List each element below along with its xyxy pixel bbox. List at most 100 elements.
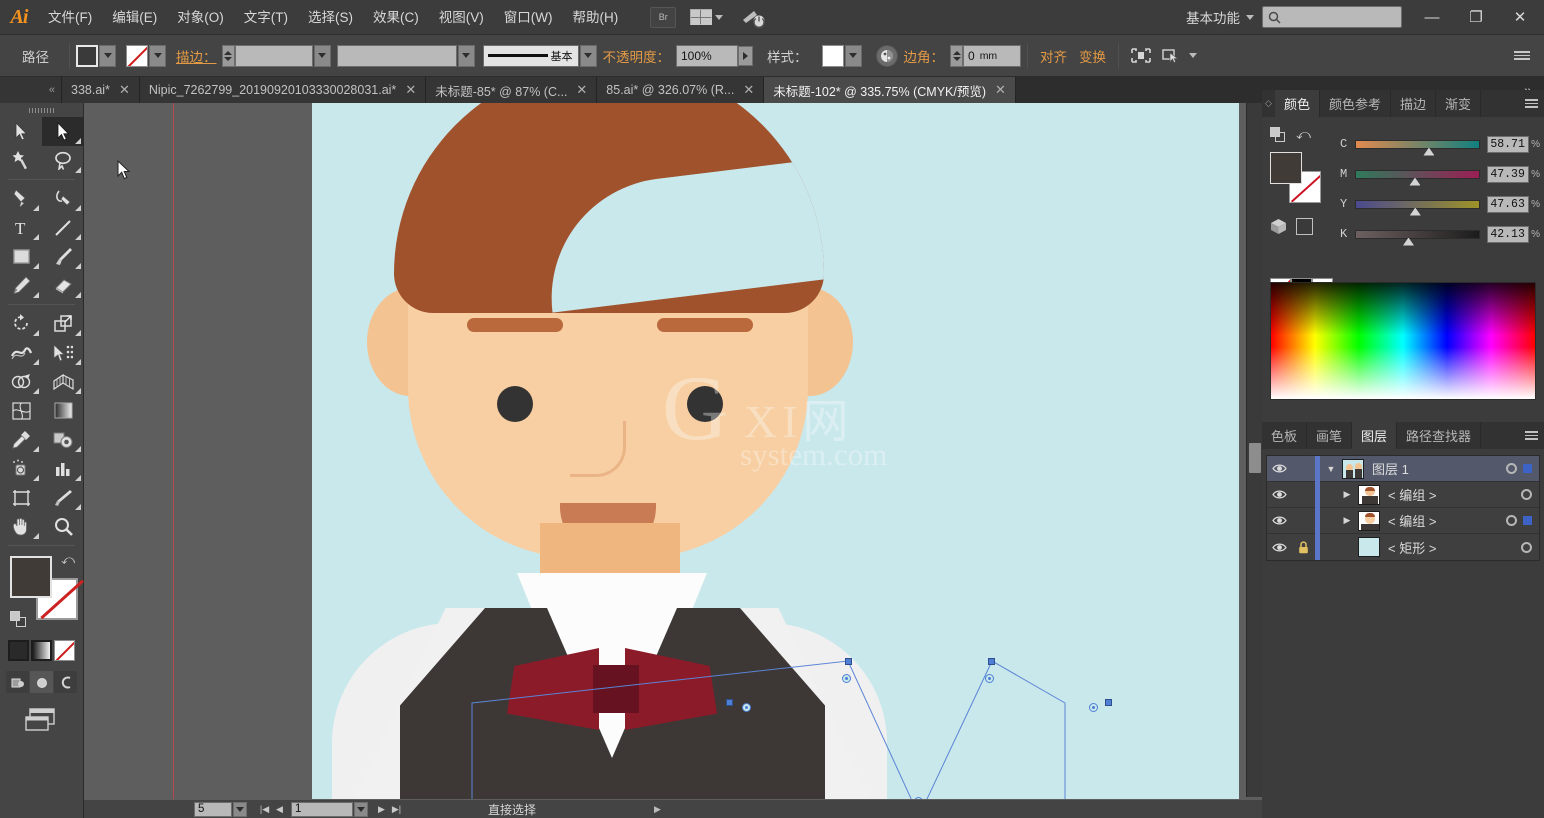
color-mode-button[interactable] xyxy=(8,640,29,661)
opacity-input[interactable]: 100% xyxy=(676,45,738,67)
tab-swatches[interactable]: 色板 xyxy=(1262,422,1307,449)
status-menu-button[interactable]: ▶ xyxy=(654,804,661,815)
tab-pathfinder[interactable]: 路径查找器 xyxy=(1397,422,1481,449)
workspace-chevron-icon[interactable] xyxy=(1246,15,1254,20)
tab-gradient[interactable]: 渐变 xyxy=(1436,90,1481,117)
tab-layers[interactable]: 图层 xyxy=(1352,422,1397,449)
anchor-point[interactable] xyxy=(726,699,733,706)
corner-label[interactable]: 边角： xyxy=(898,46,951,66)
tool-zoom[interactable] xyxy=(42,512,84,541)
workspace-switcher[interactable]: 基本功能 xyxy=(1180,7,1246,27)
lock-icon[interactable] xyxy=(1291,541,1315,554)
panel-fill-swatch[interactable] xyxy=(1270,152,1302,184)
tool-direct-selection[interactable] xyxy=(42,117,84,146)
draw-normal-button[interactable] xyxy=(6,671,29,693)
tool-perspective-grid[interactable] xyxy=(42,367,84,396)
tool-eyedropper[interactable] xyxy=(0,425,42,454)
tab-close-icon[interactable]: ✕ xyxy=(119,82,130,98)
menu-window[interactable]: 窗口(W) xyxy=(494,0,563,35)
channel-slider-k[interactable] xyxy=(1355,230,1480,239)
slider-knob[interactable] xyxy=(1423,148,1434,156)
layer-expand-triangle-icon[interactable]: ▶ xyxy=(1336,515,1358,526)
brush-definition-preview[interactable]: 基本 xyxy=(483,45,579,67)
eye-icon[interactable] xyxy=(1267,542,1291,553)
menu-type[interactable]: 文字(T) xyxy=(234,0,298,35)
tab-color-guide[interactable]: 颜色参考 xyxy=(1320,90,1391,117)
document-tab-2[interactable]: 未标题-85* @ 87% (C... ✕ xyxy=(426,77,597,103)
document-tab-4[interactable]: 未标题-102* @ 335.75% (CMYK/预览) ✕ xyxy=(764,77,1016,103)
tool-symbol-sprayer[interactable] xyxy=(0,454,42,483)
layers-panel-menu-button[interactable] xyxy=(1518,422,1544,449)
tool-blend[interactable] xyxy=(42,425,84,454)
tool-slice[interactable] xyxy=(42,483,84,512)
toolbar-drag-grip[interactable] xyxy=(0,103,83,117)
menu-view[interactable]: 视图(V) xyxy=(429,0,494,35)
stroke-color-swatch[interactable] xyxy=(126,45,148,67)
opacity-slider-button[interactable] xyxy=(738,46,753,66)
layer-target-indicator[interactable] xyxy=(1506,515,1517,526)
document-tab-1[interactable]: Nipic_7262799_20190920103330028031.ai* ✕ xyxy=(140,77,426,103)
layer-row-1[interactable]: ▶ < 编组 > xyxy=(1267,482,1539,508)
select-similar-chevron-icon[interactable] xyxy=(1189,53,1197,58)
color-spectrum-ramp[interactable] xyxy=(1270,282,1536,400)
control-panel-menu-button[interactable] xyxy=(1514,51,1530,60)
swap-colors-icon[interactable]: ⤺ xyxy=(1296,127,1311,141)
layer-name[interactable]: < 编组 > xyxy=(1388,511,1436,530)
menu-object[interactable]: 对象(O) xyxy=(167,0,234,35)
swap-fill-stroke-icon[interactable]: ⤺ xyxy=(61,552,75,568)
channel-slider-c[interactable] xyxy=(1355,140,1480,149)
tab-close-icon[interactable]: ✕ xyxy=(743,82,754,98)
tool-column-graph[interactable] xyxy=(42,454,84,483)
zoom-level-input[interactable]: 5 xyxy=(194,802,232,817)
tool-width[interactable] xyxy=(0,338,42,367)
layer-expand-triangle-icon[interactable]: ▼ xyxy=(1320,464,1342,474)
opacity-label[interactable]: 不透明度： xyxy=(597,46,677,66)
fill-color-swatch[interactable] xyxy=(76,45,98,67)
tool-rotate[interactable] xyxy=(0,309,42,338)
stroke-weight-dropdown[interactable] xyxy=(314,45,331,67)
close-button[interactable]: ✕ xyxy=(1498,0,1542,34)
default-colors-icon[interactable] xyxy=(1270,127,1286,143)
zoom-level-dropdown[interactable] xyxy=(233,802,247,817)
layer-name[interactable]: < 矩形 > xyxy=(1388,538,1436,557)
search-input[interactable] xyxy=(1262,6,1402,28)
anchor-point-selected[interactable] xyxy=(1089,703,1098,712)
minimize-button[interactable]: — xyxy=(1410,0,1454,34)
gradient-mode-button[interactable] xyxy=(31,640,52,661)
opacity-mask-button[interactable] xyxy=(876,45,898,67)
document-tab-0[interactable]: 338.ai* ✕ xyxy=(62,77,140,103)
tool-free-transform[interactable] xyxy=(42,338,84,367)
tool-mesh[interactable] xyxy=(0,396,42,425)
graphic-style-swatch[interactable] xyxy=(822,45,844,67)
menu-effect[interactable]: 效果(C) xyxy=(363,0,429,35)
tab-color[interactable]: 颜色 xyxy=(1275,90,1320,117)
panel-collapse-icon[interactable]: ◇ xyxy=(1262,90,1275,117)
tool-pencil[interactable] xyxy=(0,271,42,300)
stroke-dropdown-button[interactable] xyxy=(149,45,166,67)
layer-name[interactable]: < 编组 > xyxy=(1388,485,1436,504)
slider-knob[interactable] xyxy=(1410,208,1421,216)
layer-target-indicator[interactable] xyxy=(1506,463,1517,474)
tab-close-icon[interactable]: ✕ xyxy=(995,82,1006,98)
tool-curvature[interactable] xyxy=(42,184,84,213)
anchor-point-selected[interactable] xyxy=(842,674,851,683)
artboard-dropdown[interactable] xyxy=(354,802,368,817)
layer-row-3[interactable]: < 矩形 > xyxy=(1267,534,1539,560)
channel-slider-y[interactable] xyxy=(1355,200,1480,209)
screen-mode-button[interactable] xyxy=(0,707,83,733)
anchor-point[interactable] xyxy=(845,658,852,665)
default-fill-stroke-icon[interactable] xyxy=(10,611,27,628)
tab-stroke[interactable]: 描边 xyxy=(1391,90,1436,117)
panel-none-swatch[interactable] xyxy=(1296,218,1313,235)
channel-input-m[interactable]: 47.39 xyxy=(1487,166,1529,183)
layer-row-2[interactable]: ▶ < 编组 > xyxy=(1267,508,1539,534)
bridge-button[interactable]: Br xyxy=(650,7,676,28)
tab-scroll-left[interactable]: « xyxy=(0,77,62,103)
tool-lasso[interactable] xyxy=(42,146,84,175)
channel-slider-m[interactable] xyxy=(1355,170,1480,179)
canvas-vertical-scrollbar[interactable] xyxy=(1246,103,1262,797)
fill-swatch-large[interactable] xyxy=(10,556,52,598)
layer-target-indicator[interactable] xyxy=(1521,542,1532,553)
channel-input-y[interactable]: 47.63 xyxy=(1487,196,1529,213)
tool-type[interactable]: T xyxy=(0,213,42,242)
